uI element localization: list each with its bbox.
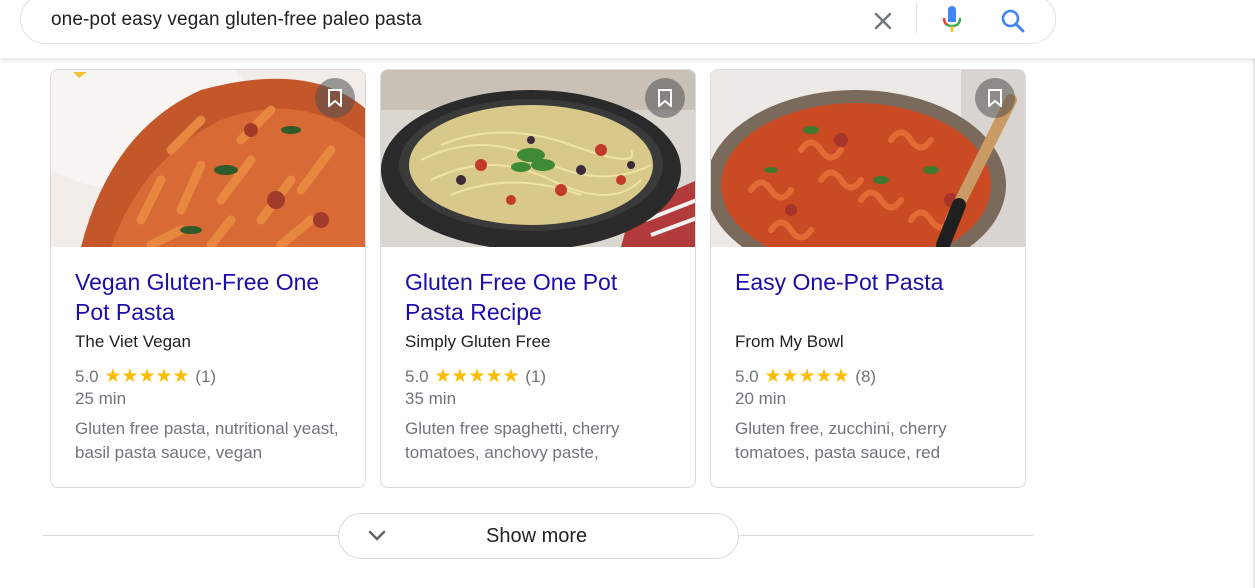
recipe-ingredients: Gluten free pasta, nutritional yeast, ba… <box>75 419 339 462</box>
review-count: (1) <box>195 367 217 386</box>
bookmark-icon[interactable] <box>645 78 685 118</box>
star-rating: ★★★★★ <box>764 366 850 387</box>
recipe-ingredients: Gluten free, zucchini, cherry tomatoes, … <box>735 419 947 462</box>
bookmark-icon[interactable] <box>975 78 1015 118</box>
recipe-source: Simply Gluten Free <box>405 332 551 351</box>
show-more-label: Show more <box>486 525 588 547</box>
search-icon[interactable] <box>1000 8 1026 34</box>
recipe-time: 25 min <box>75 389 127 408</box>
search-query[interactable]: one-pot easy vegan gluten-free paleo pas… <box>51 9 422 31</box>
star-rating: ★★★★★ <box>434 366 520 387</box>
recipe-card[interactable]: Gluten Free One Pot Pasta Recipe Simply … <box>380 69 696 488</box>
recipe-ingredients: Gluten free spaghetti, cherry tomatoes, … <box>405 419 620 462</box>
rating-value: 5.0 <box>75 367 99 386</box>
review-count: (1) <box>525 367 547 386</box>
recipe-rating: 5.0 ★★★★★ (8) <box>735 365 876 388</box>
rating-value: 5.0 <box>405 367 429 386</box>
recipe-time: 20 min <box>735 389 787 408</box>
recipe-source: From My Bowl <box>735 332 844 351</box>
recipe-title[interactable]: Gluten Free One Pot Pasta Recipe <box>405 267 680 327</box>
review-count: (8) <box>855 367 877 386</box>
search-divider <box>916 3 917 33</box>
microphone-icon[interactable] <box>940 5 964 35</box>
bookmark-icon[interactable] <box>315 78 355 118</box>
recipe-title[interactable]: Vegan Gluten-Free One Pot Pasta <box>75 267 350 327</box>
rating-value: 5.0 <box>735 367 759 386</box>
recipe-card[interactable]: Easy One-Pot Pasta From My Bowl 5.0 ★★★★… <box>710 69 1026 488</box>
recipe-rating: 5.0 ★★★★★ (1) <box>75 365 216 388</box>
search-header: one-pot easy vegan gluten-free paleo pas… <box>0 0 1255 59</box>
star-rating: ★★★★★ <box>104 366 190 387</box>
recipe-title[interactable]: Easy One-Pot Pasta <box>735 267 1010 297</box>
search-box[interactable]: one-pot easy vegan gluten-free paleo pas… <box>20 0 1056 44</box>
recipe-card[interactable]: Vegan Gluten-Free One Pot Pasta The Viet… <box>50 69 366 488</box>
chevron-down-icon <box>367 529 387 548</box>
recipe-rating: 5.0 ★★★★★ (1) <box>405 365 546 388</box>
show-more-button[interactable]: Show more <box>338 513 739 559</box>
recipe-time: 35 min <box>405 389 457 408</box>
close-icon[interactable] <box>872 10 894 32</box>
recipe-source: The Viet Vegan <box>75 332 191 351</box>
